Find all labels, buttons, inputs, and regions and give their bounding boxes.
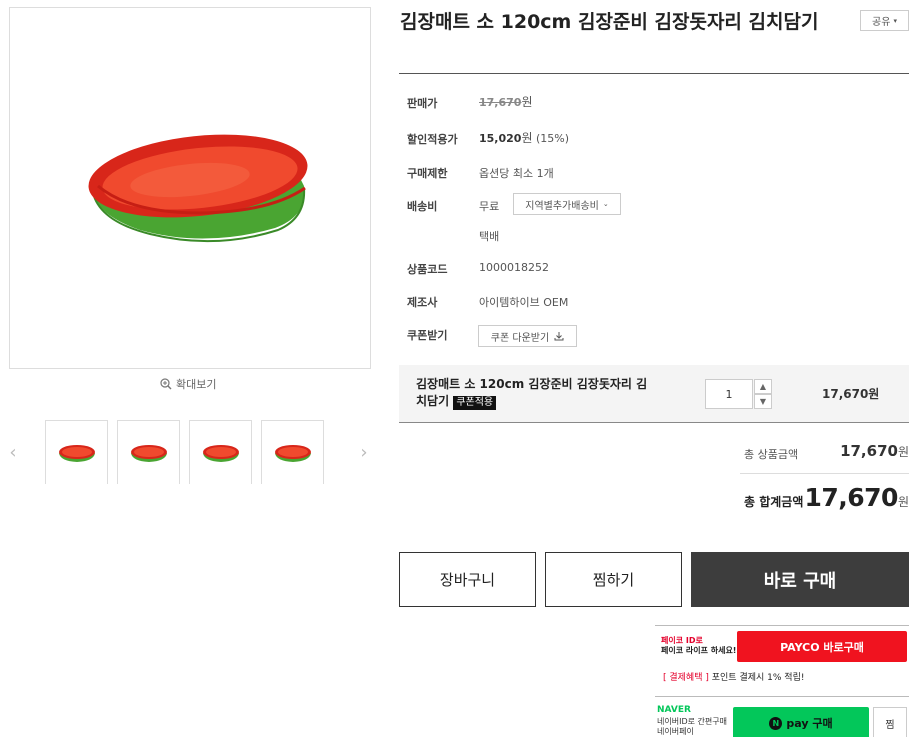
sale-price: 15,020 xyxy=(479,132,522,145)
payco-note-line2: 페이코 라이프 하세요! xyxy=(661,646,737,655)
option-price: 17,670원 xyxy=(822,387,880,401)
won-unit: 원 xyxy=(521,95,533,109)
sale-price-row: 15,020원 (15%) xyxy=(479,129,569,146)
zoom-button[interactable]: 확대보기 xyxy=(160,376,216,392)
naver-zzim-button[interactable]: 찜 xyxy=(873,707,907,737)
naver-note-line2: 네이버페이 xyxy=(657,727,694,736)
chevron-right-icon[interactable]: › xyxy=(357,442,371,463)
thumbnail-3[interactable] xyxy=(189,420,252,484)
chevron-left-icon[interactable]: ‹ xyxy=(6,442,20,463)
coupon-download-button[interactable]: 쿠폰 다운받기 xyxy=(478,325,577,347)
coupon-label: 쿠폰받기 xyxy=(407,329,448,342)
code-label: 상품코드 xyxy=(407,263,448,276)
maker-value: 아이템하이브 OEM xyxy=(479,296,569,309)
naver-n-icon: N xyxy=(769,716,783,730)
zoom-in-icon xyxy=(160,378,172,390)
limit-label: 구매제한 xyxy=(407,167,448,180)
payco-benefit-tag: [ 결제혜택 ] xyxy=(663,673,709,683)
download-icon xyxy=(554,332,564,341)
product-total-amount: 17,670 xyxy=(840,442,898,460)
naver-note: 네이버ID로 간편구매 네이버페이 xyxy=(657,717,727,737)
selected-option: 김장매트 소 120cm 김장준비 김장돗자리 김치담기 쿠폰적용 1 ▲ ▼ … xyxy=(399,365,909,423)
quantity-increase-button[interactable]: ▲ xyxy=(754,379,772,394)
main-product-image[interactable] xyxy=(9,7,371,369)
naver-pay-label: pay 구매 xyxy=(786,717,833,730)
region-shipping-button[interactable]: 지역별추가배송비 ⌄ xyxy=(513,193,621,215)
thumbnail-2[interactable] xyxy=(117,420,180,484)
price-label: 판매가 xyxy=(407,97,438,110)
payco-buy-button[interactable]: PAYCO 바로구매 xyxy=(737,631,907,662)
won-unit: 원 xyxy=(897,445,909,459)
shipping-method: 택배 xyxy=(479,230,500,243)
payco-note: 페이코 ID로 페이코 라이프 하세요! xyxy=(661,636,736,656)
quantity-input[interactable]: 1 xyxy=(705,379,753,409)
add-to-cart-button[interactable]: 장바구니 xyxy=(399,552,536,607)
sale-label: 할인적용가 xyxy=(407,133,458,146)
chevron-up-icon: ▲ xyxy=(759,382,767,391)
shipping-value: 무료 xyxy=(479,200,500,213)
thumbnail-1[interactable] xyxy=(45,420,108,484)
title-divider xyxy=(399,73,909,74)
product-total-value: 17,670원 xyxy=(840,442,909,460)
share-button[interactable]: 공유 ▾ xyxy=(860,10,909,31)
option-name: 김장매트 소 120cm 김장준비 김장돗자리 김치담기 쿠폰적용 xyxy=(416,376,656,410)
limit-value: 옵션당 최소 1개 xyxy=(479,167,554,180)
payco-benefit: [ 결제혜택 ] 포인트 결제시 1% 적립! xyxy=(663,670,804,683)
chevron-down-icon: ▾ xyxy=(893,16,897,25)
maker-label: 제조사 xyxy=(407,296,438,309)
totals-divider xyxy=(740,473,909,474)
thumbnail-4[interactable] xyxy=(261,420,324,484)
chevron-down-icon: ⌄ xyxy=(602,200,609,208)
thumbnail-mat-image xyxy=(203,445,239,462)
grand-total-value: 17,670원 xyxy=(804,483,909,512)
thumbnail-mat-image xyxy=(131,445,167,462)
naver-pay-section: NAVER 네이버ID로 간편구매 네이버페이 N pay 구매 찜 xyxy=(655,700,909,737)
buy-now-button[interactable]: 바로 구매 xyxy=(691,552,909,607)
kimjang-mat-image xyxy=(88,134,308,243)
grand-total-amount: 17,670 xyxy=(804,483,898,512)
won-unit: 원 xyxy=(521,131,533,145)
grand-total-label: 총 합계금액 xyxy=(744,495,804,509)
discount-percent: (15%) xyxy=(536,132,570,145)
product-title: 김장매트 소 120cm 김장준비 김장돗자리 김치담기 xyxy=(400,11,819,33)
shipping-label: 배송비 xyxy=(407,200,438,213)
option-title: 김장매트 소 120cm 김장준비 김장돗자리 김치담기 xyxy=(416,377,648,408)
thumbnail-strip: ‹ › xyxy=(0,420,380,484)
payco-section: 페이코 ID로 페이코 라이프 하세요! PAYCO 바로구매 [ 결제혜택 ]… xyxy=(655,625,909,697)
naver-pay-button[interactable]: N pay 구매 xyxy=(733,707,869,737)
price-value: 17,670원 xyxy=(479,93,533,110)
won-unit: 원 xyxy=(897,495,909,509)
naver-note-line1: 네이버ID로 간편구매 xyxy=(657,717,727,726)
payco-note-line1: 페이코 ID로 xyxy=(661,636,703,645)
thumbnail-mat-image xyxy=(59,445,95,462)
region-shipping-label: 지역별추가배송비 xyxy=(525,200,599,212)
coupon-download-label: 쿠폰 다운받기 xyxy=(490,332,550,344)
chevron-down-icon: ▼ xyxy=(759,397,767,406)
code-value: 1000018252 xyxy=(479,261,549,274)
zoom-label: 확대보기 xyxy=(176,378,217,391)
original-price: 17,670 xyxy=(479,96,522,109)
coupon-applied-badge: 쿠폰적용 xyxy=(453,396,497,410)
quantity-decrease-button[interactable]: ▼ xyxy=(754,394,772,409)
thumbnail-mat-image xyxy=(275,445,311,462)
naver-logo: NAVER xyxy=(657,705,691,715)
share-label: 공유 xyxy=(872,17,891,28)
payco-benefit-text: 포인트 결제시 1% 적립! xyxy=(711,673,805,683)
wishlist-button[interactable]: 찜하기 xyxy=(545,552,682,607)
product-total-label: 총 상품금액 xyxy=(744,448,799,461)
